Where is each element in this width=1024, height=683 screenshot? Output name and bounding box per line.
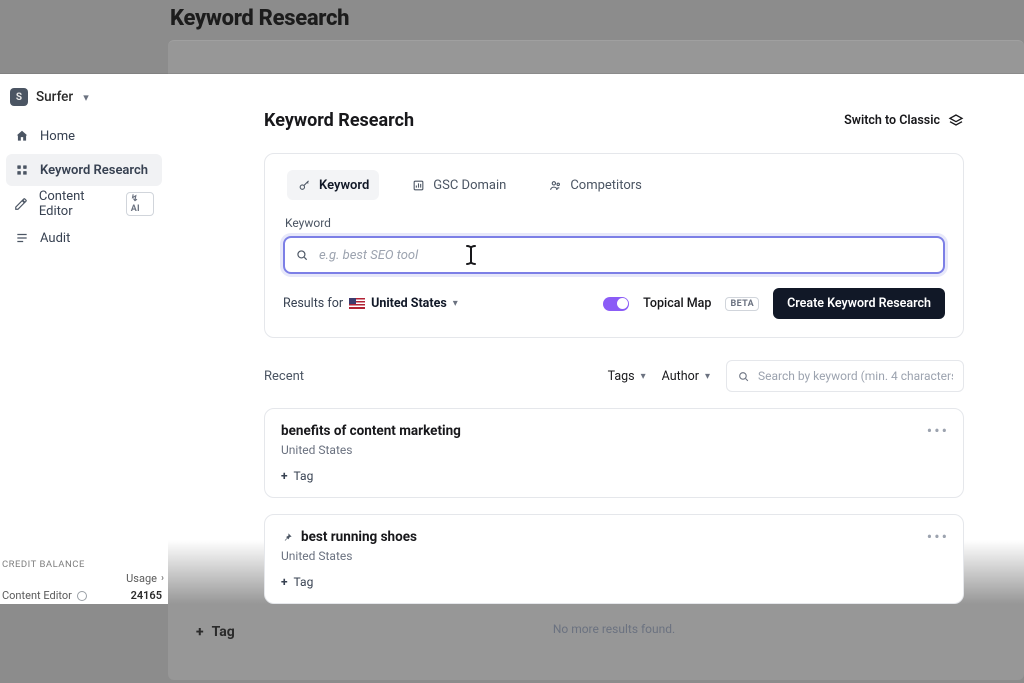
panel-tabs: Keyword GSC Domain Competitors [283, 170, 945, 202]
plus-icon: + [281, 575, 288, 589]
keyword-input-wrap[interactable] [283, 236, 945, 274]
search-icon [737, 370, 750, 383]
recent-result-card[interactable]: benefits of content marketing United Sta… [264, 408, 964, 498]
result-location: United States [281, 443, 947, 457]
sidebar-nav: Home Keyword Research Content Editor ↯ A… [6, 120, 162, 254]
sidebar-item-keyword-research[interactable]: Keyword Research [6, 154, 162, 186]
topical-map-label: Topical Map [643, 296, 711, 311]
add-tag-label: Tag [294, 469, 314, 483]
filter-tags-label: Tags [608, 369, 635, 384]
title-row: Keyword Research Switch to Classic [264, 110, 964, 131]
keyword-input[interactable] [319, 248, 933, 263]
sidebar-item-content-editor[interactable]: Content Editor ↯ AI [6, 188, 162, 220]
add-tag-action[interactable]: + Tag [281, 575, 947, 589]
create-keyword-research-button[interactable]: Create Keyword Research [773, 288, 945, 319]
result-location: United States [281, 549, 947, 563]
bg-tag-action[interactable]: + Tag [196, 624, 235, 640]
plus-icon: + [281, 469, 288, 483]
tab-label: Competitors [570, 178, 642, 193]
keyword-field-label: Keyword [283, 216, 945, 230]
more-options-button[interactable]: ••• [927, 421, 949, 440]
sidebar-item-label: Content Editor [39, 189, 116, 219]
add-tag-label: Tag [294, 575, 314, 589]
sidebar-footer: CREDIT BALANCE Usage › Content Editor 24… [0, 547, 168, 604]
tab-gsc-domain[interactable]: GSC Domain [401, 170, 516, 200]
chevron-down-icon: ▾ [641, 371, 646, 382]
sidebar-item-home[interactable]: Home [6, 120, 162, 152]
keyword-panel: Keyword GSC Domain Competitors Keyword [264, 153, 964, 338]
ai-badge: ↯ AI [126, 192, 154, 216]
bg-page-title: Keyword Research [170, 6, 349, 31]
chevron-down-icon: ▾ [83, 91, 89, 104]
list-icon [14, 230, 30, 246]
search-icon [295, 248, 309, 262]
recent-search-wrap[interactable] [726, 360, 964, 392]
stack-icon [948, 113, 964, 129]
chevron-right-icon: › [161, 573, 164, 584]
credit-usage-link[interactable]: Usage › [0, 570, 168, 587]
result-title: best running shoes [301, 529, 417, 545]
filter-author-label: Author [662, 369, 699, 384]
recent-header-row: Recent Tags ▾ Author ▾ [264, 360, 964, 392]
pin-icon [281, 531, 293, 543]
credit-row-value: 24165 [131, 589, 162, 602]
us-flag-icon [349, 298, 365, 309]
credit-row-label: Content Editor [2, 589, 72, 602]
grid-icon [14, 162, 30, 178]
tab-label: GSC Domain [433, 178, 506, 193]
bg-tag-label: Tag [212, 624, 235, 640]
chevron-down-icon: ▾ [705, 371, 710, 382]
sidebar-item-audit[interactable]: Audit [6, 222, 162, 254]
sidebar-item-label: Home [40, 129, 75, 144]
beta-badge: BETA [725, 297, 759, 311]
add-tag-action[interactable]: + Tag [281, 469, 947, 483]
recent-result-card[interactable]: best running shoes United States + Tag •… [264, 514, 964, 604]
plus-icon: + [196, 624, 204, 640]
switch-to-classic-link[interactable]: Switch to Classic [844, 113, 964, 129]
home-icon [14, 128, 30, 144]
recent-label: Recent [264, 369, 304, 384]
sidebar-item-label: Audit [40, 231, 70, 246]
gsc-icon [411, 178, 425, 192]
workspace-avatar: S [10, 88, 28, 106]
topical-map-toggle[interactable] [603, 297, 629, 311]
credit-row-content-editor: Content Editor 24165 [0, 587, 168, 604]
country-name: United States [371, 296, 447, 311]
tab-label: Keyword [319, 178, 369, 193]
sidebar-item-label: Keyword Research [40, 163, 148, 178]
panel-footer-row: Results for United States ▾ Topical Map … [283, 288, 945, 319]
key-icon [297, 178, 311, 192]
chevron-down-icon: ▾ [453, 298, 458, 309]
main-content: Keyword Research Switch to Classic Keywo… [168, 74, 1024, 604]
more-options-button[interactable]: ••• [927, 527, 949, 546]
info-icon[interactable] [77, 591, 87, 601]
switch-label: Switch to Classic [844, 113, 940, 128]
credit-balance-label: CREDIT BALANCE [0, 559, 168, 570]
workspace-name: Surfer [36, 89, 73, 105]
modal-sheet: S Surfer ▾ Home Keyword Research [0, 74, 1024, 604]
edit-icon [14, 196, 29, 212]
results-for-selector[interactable]: Results for United States ▾ [283, 296, 458, 311]
filter-author-dropdown[interactable]: Author ▾ [662, 369, 710, 384]
results-for-prefix: Results for [283, 296, 343, 311]
filter-tags-dropdown[interactable]: Tags ▾ [608, 369, 646, 384]
tab-competitors[interactable]: Competitors [538, 170, 652, 200]
sidebar: S Surfer ▾ Home Keyword Research [0, 74, 168, 604]
usage-label: Usage [126, 572, 157, 585]
recent-search-input[interactable] [758, 369, 953, 383]
people-icon [548, 178, 562, 192]
result-title: benefits of content marketing [281, 423, 461, 439]
no-more-results: No more results found. [264, 622, 964, 636]
workspace-switcher[interactable]: S Surfer ▾ [6, 84, 162, 120]
tab-keyword[interactable]: Keyword [287, 170, 379, 200]
page-title: Keyword Research [264, 110, 414, 131]
